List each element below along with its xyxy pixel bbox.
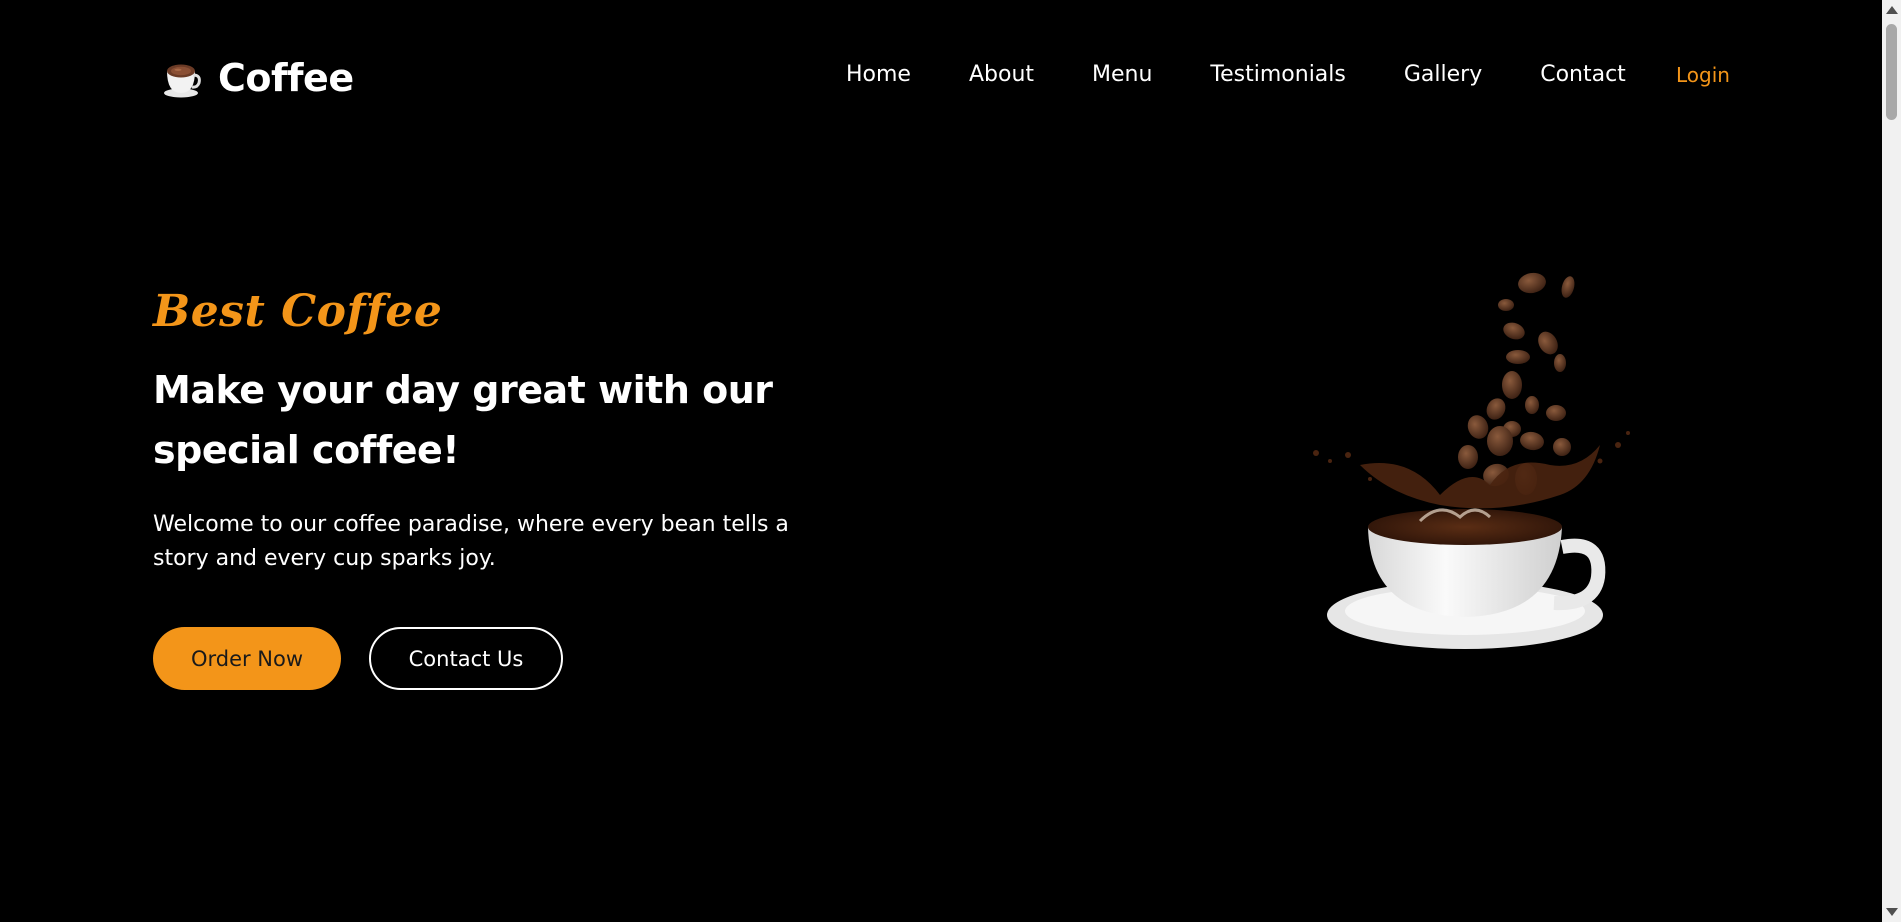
main-navigation: Home About Menu Testimonials Gallery Con… <box>846 62 1626 87</box>
nav-item-gallery: Gallery <box>1404 62 1482 87</box>
order-now-button[interactable]: Order Now <box>153 627 341 690</box>
contact-us-button[interactable]: Contact Us <box>369 627 563 690</box>
nav-link-contact[interactable]: Contact <box>1540 62 1626 87</box>
scroll-up-arrow-icon[interactable] <box>1886 6 1898 14</box>
nav-item-testimonials: Testimonials <box>1210 62 1345 87</box>
nav-link-testimonials[interactable]: Testimonials <box>1210 62 1345 87</box>
nav-item-contact: Contact <box>1540 62 1626 87</box>
vertical-scrollbar[interactable] <box>1882 0 1901 922</box>
logo-link[interactable]: Coffee <box>160 56 354 100</box>
nav-item-about: About <box>969 62 1034 87</box>
scrollbar-thumb[interactable] <box>1886 24 1897 120</box>
nav-link-about[interactable]: About <box>969 62 1034 87</box>
nav-link-home[interactable]: Home <box>846 62 911 87</box>
site-header: Coffee Home About Menu Testimonials Gall… <box>0 0 1882 160</box>
nav-link-menu[interactable]: Menu <box>1092 62 1152 87</box>
nav-item-menu: Menu <box>1092 62 1152 87</box>
nav-item-home: Home <box>846 62 911 87</box>
login-link[interactable]: Login <box>1676 63 1730 87</box>
coffee-cup-with-falling-beans-image <box>1313 272 1630 649</box>
coffee-cup-icon <box>164 64 201 98</box>
hero-title: Make your day great with our special cof… <box>153 368 773 472</box>
scroll-down-arrow-icon[interactable] <box>1886 908 1898 916</box>
hero-description: Welcome to our coffee paradise, where ev… <box>153 512 789 571</box>
hero-tagline: Best Coffee <box>153 286 443 337</box>
logo-text: Coffee <box>218 56 354 100</box>
nav-link-gallery[interactable]: Gallery <box>1404 62 1482 87</box>
page: Coffee Home About Menu Testimonials Gall… <box>0 0 1901 922</box>
